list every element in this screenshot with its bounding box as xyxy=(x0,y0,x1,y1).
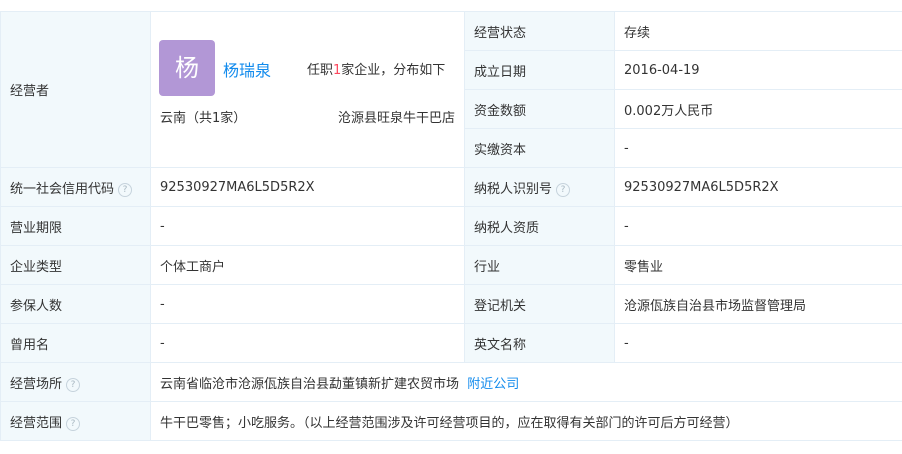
credit-code-label: 统一社会信用代码 xyxy=(10,181,115,197)
insured-label: 参保人数 xyxy=(0,284,151,324)
english-name-label: 英文名称 xyxy=(464,323,615,363)
tax-qualification-value: - xyxy=(614,206,902,246)
former-name-label: 曾用名 xyxy=(0,323,151,363)
english-name-value: - xyxy=(614,323,902,363)
credit-code-label-cell: 统一社会信用代码? xyxy=(0,167,151,207)
tax-id-label-cell: 纳税人识别号? xyxy=(464,167,615,207)
industry-label: 行业 xyxy=(464,245,615,285)
address-value: 云南省临沧市沧源佤族自治县勐董镇新扩建农贸市场 xyxy=(160,376,460,392)
company-type-label: 企业类型 xyxy=(0,245,151,285)
owner-region: 云南（共1家） xyxy=(160,110,247,126)
registrar-value: 沧源佤族自治县市场监督管理局 xyxy=(614,284,902,324)
nearby-companies-link[interactable]: 附近公司 xyxy=(467,377,519,392)
industry-value: 零售业 xyxy=(614,245,902,285)
paid-capital-label: 实缴资本 xyxy=(464,128,615,168)
insured-value: - xyxy=(150,284,465,324)
owner-stats: 任职1家企业，分布如下 xyxy=(307,59,445,78)
address-label-cell: 经营场所? xyxy=(0,362,151,402)
scope-label: 经营范围 xyxy=(10,415,63,431)
question-circle-icon[interactable]: ? xyxy=(556,182,571,197)
credit-code-value: 92530927MA6L5D5R2X xyxy=(150,167,465,207)
tax-id-value: 92530927MA6L5D5R2X xyxy=(614,167,902,207)
owner-cell: 杨 杨瑞泉 任职1家企业，分布如下 云南（共1家） 沧源县旺泉牛干巴店 xyxy=(150,11,465,168)
capital-value: 0.002万人民币 xyxy=(614,89,902,129)
registrar-label: 登记机关 xyxy=(464,284,615,324)
founded-value: 2016-04-19 xyxy=(614,50,902,90)
paid-capital-value: - xyxy=(614,128,902,168)
status-label: 经营状态 xyxy=(464,11,615,51)
status-value: 存续 xyxy=(614,11,902,51)
owner-shop[interactable]: 沧源县旺泉牛干巴店 xyxy=(338,107,455,126)
scope-value: 牛干巴零售；小吃服务。（以上经营范围涉及许可经营项目的，应在取得有关部门的许可后… xyxy=(150,401,902,441)
company-type-value: 个体工商户 xyxy=(150,245,465,285)
tax-id-label: 纳税人识别号 xyxy=(474,181,553,197)
question-circle-icon[interactable]: ? xyxy=(66,416,81,431)
owner-stats-suffix: 家企业，分布如下 xyxy=(341,62,446,78)
owner-label: 经营者 xyxy=(0,11,151,168)
question-circle-icon[interactable]: ? xyxy=(66,377,81,392)
scope-label-cell: 经营范围? xyxy=(0,401,151,441)
founded-label: 成立日期 xyxy=(464,50,615,90)
former-name-value: - xyxy=(150,323,465,363)
tax-qualification-label: 纳税人资质 xyxy=(464,206,615,246)
address-label: 经营场所 xyxy=(10,376,63,392)
business-info-table: 经营者 杨 杨瑞泉 任职1家企业，分布如下 云南（共1家） 沧源县旺泉牛干巴店 … xyxy=(0,11,902,441)
owner-avatar[interactable]: 杨 xyxy=(159,39,215,96)
capital-label: 资金数额 xyxy=(464,89,615,129)
address-value-cell: 云南省临沧市沧源佤族自治县勐董镇新扩建农贸市场 附近公司 xyxy=(150,362,902,402)
owner-stats-prefix: 任职 xyxy=(307,62,334,78)
term-value: - xyxy=(150,206,465,246)
owner-name-link[interactable]: 杨瑞泉 xyxy=(223,57,271,81)
question-circle-icon[interactable]: ? xyxy=(118,182,133,197)
term-label: 营业期限 xyxy=(0,206,151,246)
